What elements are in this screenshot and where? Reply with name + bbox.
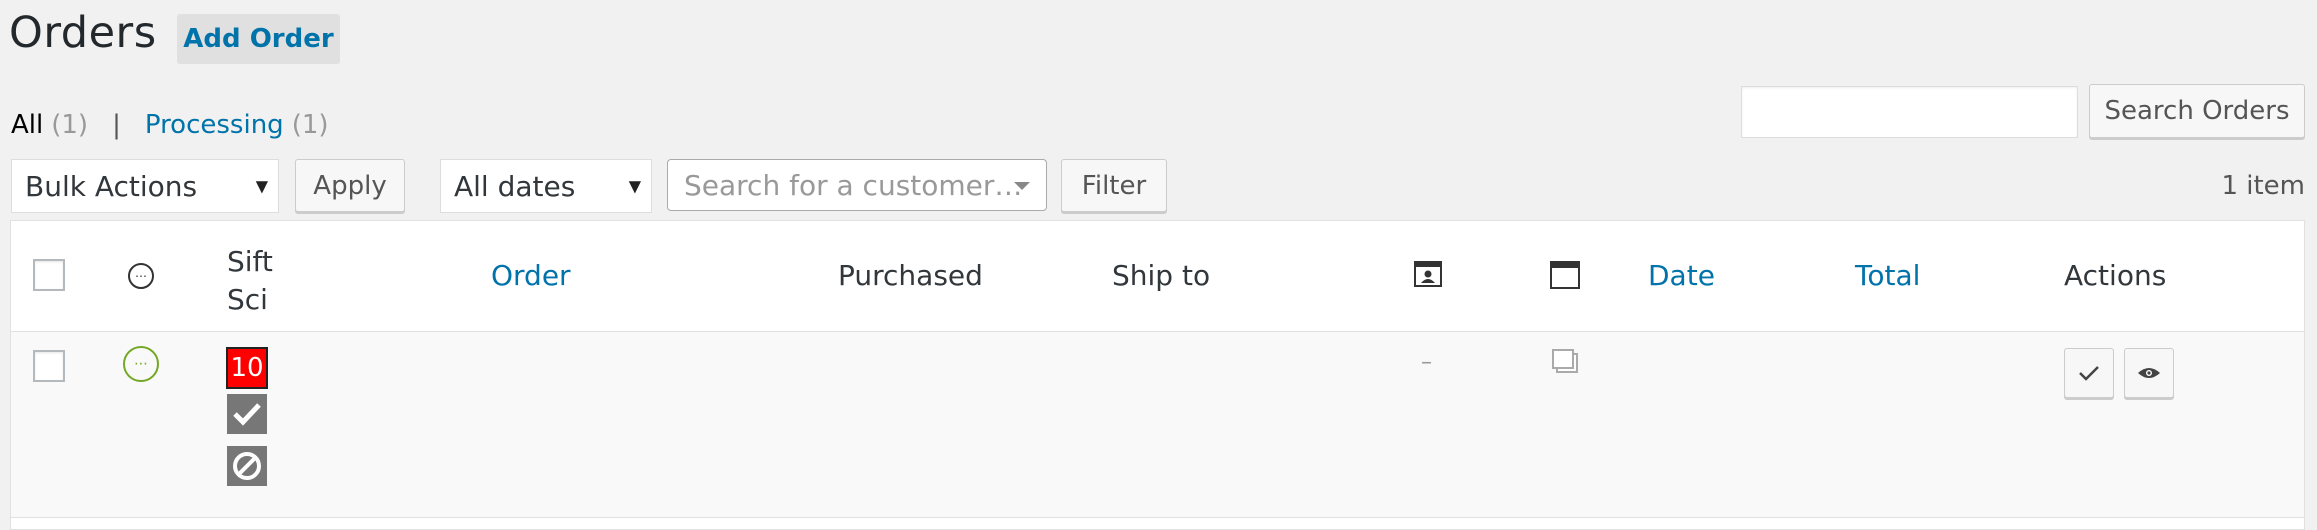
processing-status-icon: ⋯	[123, 346, 159, 382]
row-checkbox[interactable]	[33, 350, 65, 382]
view-order-button[interactable]	[2124, 348, 2174, 398]
column-total[interactable]: Total	[1855, 259, 1920, 292]
filter-button[interactable]: Filter	[1061, 159, 1167, 212]
eye-icon	[2138, 368, 2160, 378]
order-notes-icon	[1550, 261, 1580, 293]
view-processing-link[interactable]: Processing	[145, 110, 284, 140]
table-row: ⋯ 10 –	[11, 332, 2304, 518]
bulk-actions-value: Bulk Actions	[25, 169, 198, 203]
view-all-count: (1)	[51, 110, 89, 140]
complete-order-button[interactable]	[2064, 348, 2114, 398]
view-processing-count: (1)	[291, 110, 329, 140]
bulk-actions-select[interactable]: Bulk Actions ▼	[11, 159, 279, 213]
column-purchased: Purchased	[838, 259, 983, 292]
chevron-down-icon	[1014, 182, 1030, 190]
column-date[interactable]: Date	[1648, 259, 1715, 292]
apply-button[interactable]: Apply	[295, 159, 405, 212]
customer-message-icon	[1414, 261, 1442, 291]
orders-table: ⋯ Sift Sci Order Purchased Ship to Date …	[10, 220, 2305, 530]
order-notes-icon	[1551, 348, 1579, 378]
column-sift-science[interactable]: Sift Sci	[227, 243, 273, 319]
dates-filter-select[interactable]: All dates ▼	[440, 159, 652, 213]
customer-search-select[interactable]: Search for a customer…	[667, 159, 1047, 211]
add-order-button[interactable]: Add Order	[177, 14, 340, 64]
checkmark-icon[interactable]	[227, 394, 267, 434]
item-count: 1 item	[2221, 171, 2305, 201]
column-order[interactable]: Order	[491, 259, 571, 292]
customer-message-value: –	[1421, 350, 1432, 375]
column-sift-science-line1: Sift	[227, 245, 273, 278]
dropdown-arrow-icon: ▼	[628, 176, 641, 196]
view-all-link[interactable]: All	[11, 110, 43, 140]
order-status-views: All (1) | Processing (1)	[11, 110, 329, 140]
dropdown-arrow-icon: ▼	[255, 176, 268, 196]
column-sift-science-line2: Sci	[227, 283, 268, 316]
sift-score-badge[interactable]: 10	[226, 347, 268, 389]
ban-icon[interactable]	[227, 446, 267, 486]
column-ship-to: Ship to	[1112, 259, 1211, 292]
status-circle-icon: ⋯	[128, 263, 154, 289]
customer-search-placeholder: Search for a customer…	[684, 168, 1023, 202]
table-header: ⋯ Sift Sci Order Purchased Ship to Date …	[11, 221, 2304, 332]
select-all-checkbox[interactable]	[33, 259, 65, 291]
column-actions: Actions	[2064, 259, 2167, 292]
page-title: Orders	[9, 8, 157, 58]
dates-filter-value: All dates	[454, 169, 576, 203]
views-separator: |	[112, 110, 121, 140]
search-orders-button[interactable]: Search Orders	[2089, 84, 2305, 138]
checkmark-icon	[2079, 366, 2099, 381]
search-orders-input[interactable]	[1741, 86, 2078, 138]
